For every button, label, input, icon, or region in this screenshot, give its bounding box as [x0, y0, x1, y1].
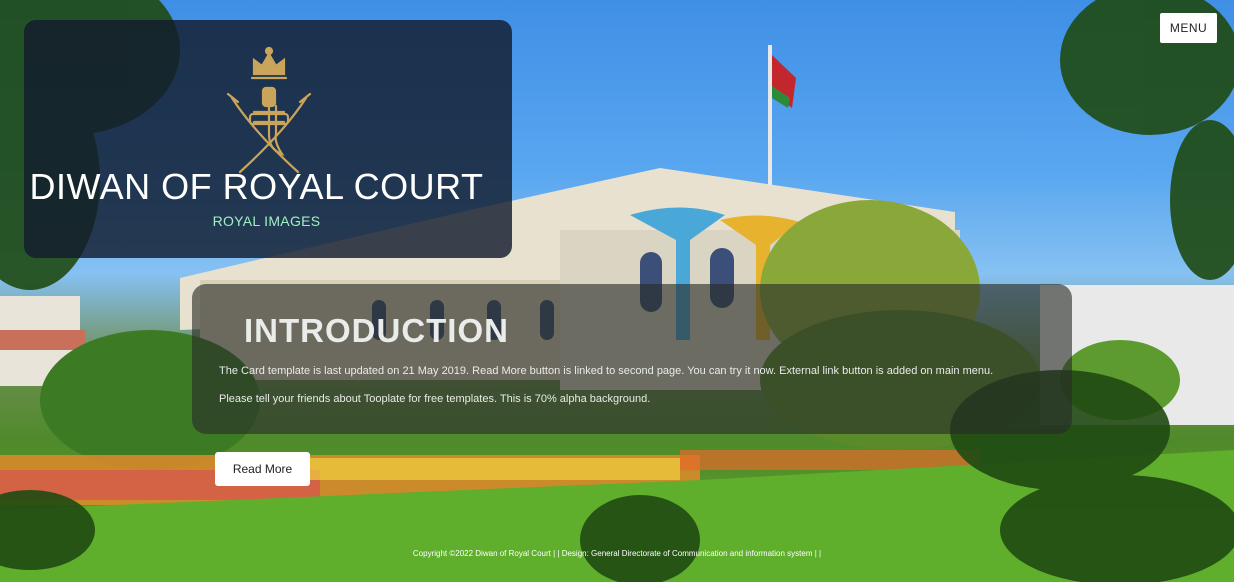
intro-paragraph: Please tell your friends about Tooplate … — [219, 393, 651, 405]
intro-card: INTRODUCTION The Card template is last u… — [192, 284, 1072, 434]
intro-heading: INTRODUCTION — [244, 312, 509, 349]
footer-separator: | | — [550, 549, 562, 558]
brand-card: DIWAN OF ROYAL COURT ROYAL IMAGES — [24, 20, 512, 258]
menu-button[interactable]: MENU — [1160, 13, 1217, 43]
brand-title: DIWAN OF ROYAL COURT — [29, 166, 484, 207]
intro-paragraph: The Card template is last updated on 21 … — [219, 365, 994, 377]
footer-separator: | | — [812, 549, 822, 558]
brand-subtitle: ROYAL IMAGES — [212, 213, 321, 229]
footer-design-credit: Design: General Directorate of Communica… — [561, 549, 813, 558]
read-more-button[interactable]: Read More — [215, 452, 310, 486]
page: DIWAN OF ROYAL COURT ROYAL IMAGES MENU I… — [0, 0, 1234, 582]
footer-copyright: Copyright ©2022 Diwan of Royal Court — [412, 549, 551, 558]
footer: Copyright ©2022 Diwan of Royal Court | |… — [0, 549, 1234, 558]
